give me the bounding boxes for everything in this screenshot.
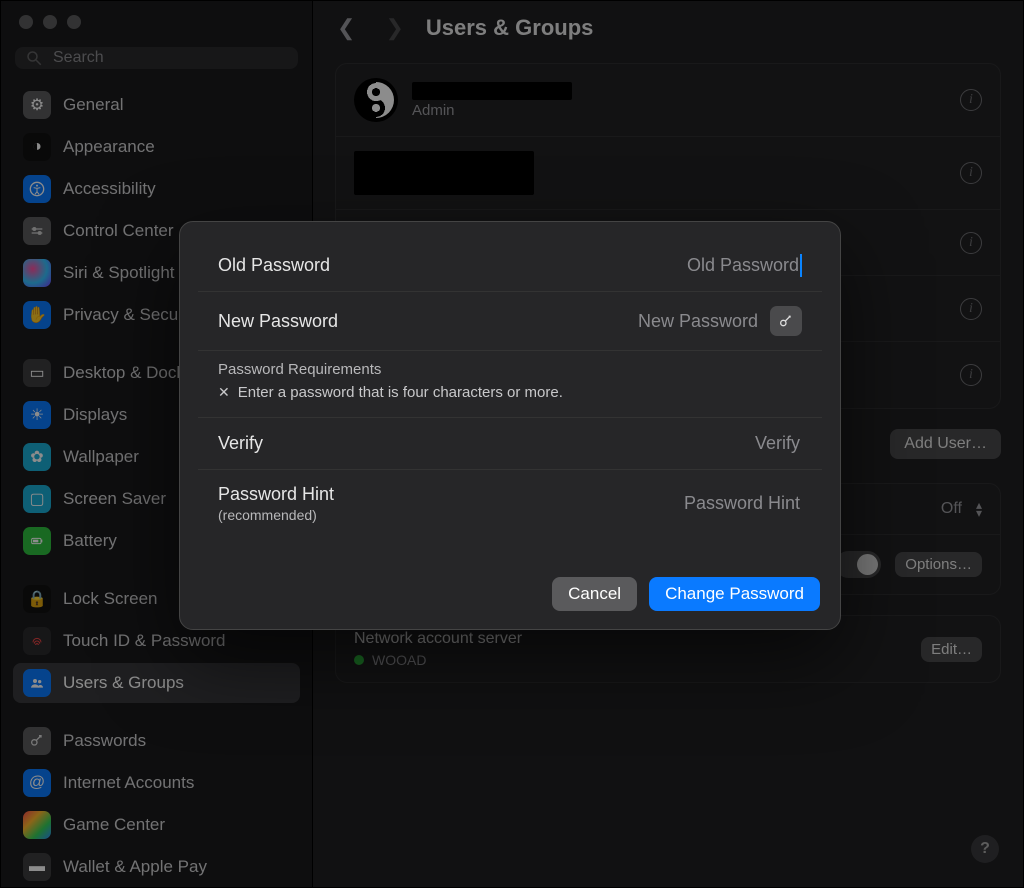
verify-password-input[interactable] xyxy=(542,432,802,455)
field-sublabel: (recommended) xyxy=(218,507,334,523)
requirement-line: ✕ Enter a password that is four characte… xyxy=(218,384,802,401)
old-password-input[interactable] xyxy=(542,254,802,277)
field-label: Password Hint xyxy=(218,484,334,505)
new-password-input[interactable] xyxy=(500,310,760,333)
password-requirements: Password Requirements ✕ Enter a password… xyxy=(198,351,822,418)
requirement-text: Enter a password that is four characters… xyxy=(238,384,563,401)
verify-row: Verify xyxy=(198,418,822,470)
change-password-dialog: Old Password New Password Password Requi… xyxy=(179,221,841,630)
dialog-footer: Cancel Change Password xyxy=(180,537,840,629)
password-suggest-button[interactable] xyxy=(770,306,802,336)
hint-row: Password Hint (recommended) xyxy=(198,470,822,537)
field-label: Verify xyxy=(218,433,263,454)
new-password-row: New Password xyxy=(198,292,822,351)
old-password-row: Old Password xyxy=(198,240,822,292)
field-label: Old Password xyxy=(218,255,330,276)
password-hint-input[interactable] xyxy=(542,492,802,515)
field-label: New Password xyxy=(218,311,338,332)
key-icon xyxy=(778,313,794,329)
cancel-button[interactable]: Cancel xyxy=(552,577,637,611)
x-icon: ✕ xyxy=(218,384,230,401)
change-password-button[interactable]: Change Password xyxy=(649,577,820,611)
requirements-title: Password Requirements xyxy=(218,361,802,378)
